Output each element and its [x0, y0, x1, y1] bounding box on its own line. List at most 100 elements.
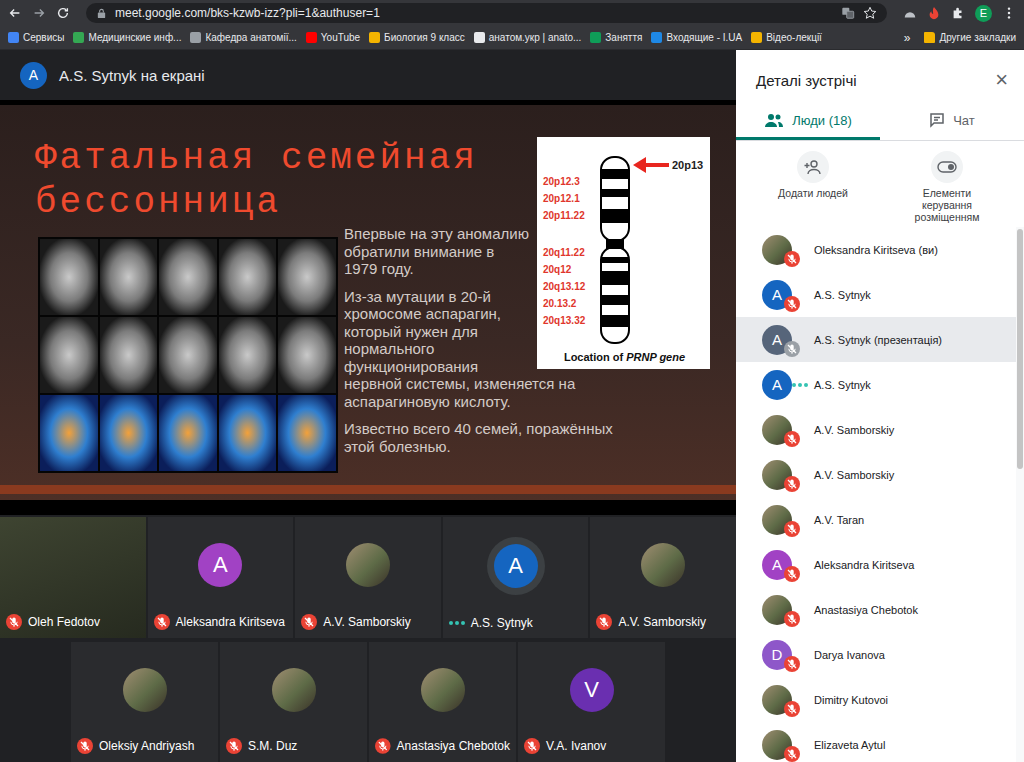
bookmark[interactable]: Кафедра анатомії... — [190, 32, 296, 43]
person-row[interactable]: AA.S. Sytnyk — [736, 272, 1016, 317]
bookmark[interactable]: Входящие - I.UA — [651, 32, 742, 43]
back-arrow-icon[interactable] — [8, 6, 22, 20]
scrollbar[interactable] — [1016, 227, 1024, 762]
reload-icon[interactable] — [56, 6, 70, 20]
mic-off-icon — [784, 476, 800, 492]
other-bookmarks[interactable]: Другие закладки — [924, 32, 1016, 43]
tile-center: A — [443, 517, 589, 616]
person-name: Anastasiya Chebotok — [814, 604, 918, 616]
panel-tab[interactable]: Чат — [880, 104, 1024, 140]
close-button[interactable]: × — [995, 70, 1008, 90]
scan-image — [100, 317, 158, 393]
extensions-puzzle-icon[interactable] — [951, 6, 965, 20]
mic-off-icon — [784, 251, 800, 267]
person-name: A.V. Samborskiy — [814, 469, 894, 481]
caption-text: Location of — [564, 351, 623, 363]
person-name: Elizaveta Aytul — [814, 739, 885, 751]
bookmarks-more[interactable]: » — [898, 31, 917, 45]
tab-label: Люди (18) — [792, 113, 852, 128]
panel-action[interactable]: Елементи керування розміщенням — [880, 151, 1014, 223]
bookmark-label: Сервисы — [23, 32, 64, 43]
person-row[interactable]: AAleksandra Kiritseva — [736, 542, 1016, 587]
bookmark[interactable]: Биология 9 класс — [369, 32, 465, 43]
person-avatar-wrap: A — [762, 325, 792, 355]
scan-image — [219, 395, 277, 471]
extension-arc-icon[interactable] — [903, 6, 917, 20]
band-label: 20q13.32 — [543, 312, 597, 329]
action-button[interactable] — [797, 151, 829, 183]
scan-image — [40, 239, 98, 315]
slide-title: Фатальная семейная бессонница — [35, 137, 495, 225]
mic-off-icon — [784, 431, 800, 447]
participant-tile[interactable]: A.V. Samborskiy — [295, 517, 441, 638]
person-name: Oleksandra Kiritseva (ви) — [814, 244, 938, 256]
q-arm-labels: 20q11.2220q1220q13.1220.13.220q13.32 — [543, 244, 597, 329]
translate-icon[interactable] — [841, 6, 855, 20]
mic-off-icon — [524, 738, 540, 754]
bookmark[interactable]: Відео-лекції — [751, 32, 822, 43]
scan-image — [100, 239, 158, 315]
speaking-indicator — [792, 383, 808, 387]
participant-tile[interactable]: AAleksandra Kiritseva — [148, 517, 294, 638]
band-label: 20p12.3 — [543, 173, 597, 190]
menu-dots-icon[interactable] — [1002, 6, 1016, 20]
participant-tile[interactable]: AA.S. Sytnyk — [443, 517, 589, 638]
person-row[interactable]: AA.S. Sytnyk — [736, 362, 1016, 407]
participant-tile[interactable]: Oleksiy Andriyash — [71, 642, 218, 762]
participant-tile[interactable]: Anastasiya Chebotok — [369, 642, 516, 762]
meet-window: AA.S. Sytnyk на екрані20p12.320p12.120p1… — [0, 50, 1024, 762]
bookmark[interactable]: Заняття — [590, 32, 642, 43]
participant-tile[interactable]: A.V. Samborskiy — [590, 517, 736, 638]
person-avatar-wrap — [762, 415, 792, 445]
mic-off-icon — [154, 614, 170, 630]
tile-center — [590, 517, 736, 614]
person-row[interactable]: Oleksandra Kiritseva (ви) — [736, 227, 1016, 272]
participant-tile[interactable]: S.M. Duz — [220, 642, 367, 762]
presenting-header: AA.S. Sytnyk на екрані — [0, 50, 736, 100]
mic-off-icon — [784, 656, 800, 672]
bookmark[interactable]: YouTube — [306, 32, 360, 43]
person-name: Darya Ivanova — [814, 649, 885, 661]
bookmark[interactable]: Медицинские инф... — [73, 32, 181, 43]
person-row[interactable]: A.V. Samborskiy — [736, 407, 1016, 452]
person-name: A.S. Sytnyk — [814, 289, 871, 301]
participant-tile[interactable]: VV.A. Ivanov — [518, 642, 665, 762]
chromosome-icon — [597, 155, 633, 345]
person-avatar-wrap — [762, 505, 792, 535]
favicon-icon — [190, 32, 201, 43]
panel-action[interactable]: Додати людей — [746, 151, 880, 223]
person-row[interactable]: DDarya Ivanova — [736, 632, 1016, 677]
presenting-label: A.S. Sytnyk на екрані — [59, 67, 205, 84]
person-row[interactable]: Elizaveta Aytul — [736, 722, 1016, 762]
scrollbar-thumb[interactable] — [1017, 229, 1023, 469]
tile-row: Oleksiy AndriyashS.M. DuzAnastasiya Cheb… — [0, 642, 736, 762]
person-row[interactable]: A.V. Samborskiy — [736, 452, 1016, 497]
tile-name-row: Oleksiy Andriyash — [71, 738, 218, 762]
profile-avatar[interactable]: E — [975, 5, 992, 22]
panel-tab[interactable]: Люди (18) — [736, 104, 880, 140]
action-button[interactable] — [931, 151, 963, 183]
address-bar[interactable]: meet.google.com/bks-kzwb-izz?pli=1&authu… — [86, 3, 887, 23]
band-labels: 20p12.320p12.120p11.2220q11.2220q1220q13… — [543, 143, 597, 329]
bookmark-label: анатом.укр | anato... — [489, 32, 582, 43]
person-row[interactable]: Dimitry Kutovoi — [736, 677, 1016, 722]
extension-flame-icon[interactable] — [927, 6, 941, 20]
favicon-icon — [306, 32, 317, 43]
mic-off-icon — [784, 611, 800, 627]
mic-off-icon — [226, 738, 242, 754]
person-row[interactable]: A.V. Taran — [736, 497, 1016, 542]
forward-arrow-icon[interactable] — [32, 6, 46, 20]
add-person-icon — [804, 159, 822, 175]
scan-image — [40, 395, 98, 471]
star-icon[interactable] — [863, 6, 877, 20]
participant-tile[interactable]: Oleh Fedotov — [0, 517, 146, 638]
scan-image — [159, 395, 217, 471]
participant-avatar: A — [198, 543, 242, 587]
bookmark-label: Заняття — [605, 32, 642, 43]
bookmark[interactable]: Сервисы — [8, 32, 64, 43]
band-label: 20q12 — [543, 261, 597, 278]
bookmark[interactable]: анатом.укр | anato... — [474, 32, 582, 43]
person-row[interactable]: AA.S. Sytnyk (презентація) — [736, 317, 1016, 362]
person-row[interactable]: Anastasiya Chebotok — [736, 587, 1016, 632]
tile-name-row: Oleh Fedotov — [0, 614, 146, 638]
